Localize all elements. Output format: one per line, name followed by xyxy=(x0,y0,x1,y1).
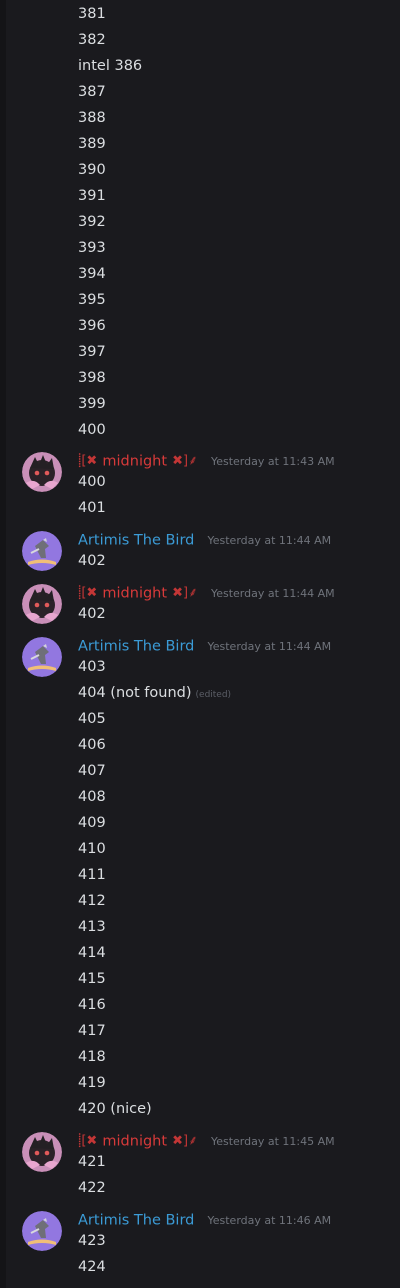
message-line: 408 xyxy=(78,789,106,805)
edited-label: (edited) xyxy=(195,690,232,700)
name-decoration-right: ✖]⸙ xyxy=(172,453,198,469)
message-line: 401 xyxy=(78,500,106,516)
message-line: 382 xyxy=(78,32,106,48)
message-timestamp[interactable]: Yesterday at 11:44 AM xyxy=(207,534,331,547)
message-timestamp[interactable]: Yesterday at 11:46 AM xyxy=(207,1214,331,1227)
message-line: 404 (not found) (edited) xyxy=(78,684,231,704)
message-line: 413 xyxy=(78,919,106,935)
message-line: 424 xyxy=(78,1259,106,1275)
message-line: 417 xyxy=(78,1023,106,1039)
name-decoration-left: ⸽[✖ xyxy=(78,1133,98,1149)
message-line: 410 xyxy=(78,841,106,857)
message-line: 402 xyxy=(78,606,106,622)
message-line: 388 xyxy=(78,110,106,126)
message-line: 422 xyxy=(78,1180,106,1196)
message-line: 423 xyxy=(78,1233,106,1249)
message-timestamp[interactable]: Yesterday at 11:44 AM xyxy=(207,640,331,653)
message-line: 415 xyxy=(78,971,106,987)
message-line: 403 xyxy=(78,659,106,675)
message-line: 390 xyxy=(78,162,106,178)
message-line: 409 xyxy=(78,815,106,831)
message-line: 405 xyxy=(78,711,106,727)
message-line: 419 xyxy=(78,1075,106,1091)
bird-avatar-icon xyxy=(22,531,62,571)
avatar-artimis[interactable] xyxy=(22,1211,62,1251)
username-artimis[interactable]: Artimis The Bird xyxy=(78,533,194,549)
message-line: 387 xyxy=(78,84,106,100)
name-decoration-left: ⸽[✖ xyxy=(78,453,98,469)
message-line: 402 xyxy=(78,553,106,569)
message-line: 396 xyxy=(78,318,106,334)
message-line: 394 xyxy=(78,266,106,282)
message-header: Artimis The Bird Yesterday at 11:46 AM xyxy=(78,1210,331,1230)
message-line: 393 xyxy=(78,240,106,256)
message-timestamp[interactable]: Yesterday at 11:45 AM xyxy=(211,1135,335,1148)
message-line: 420 (nice) xyxy=(78,1101,152,1117)
username-artimis[interactable]: Artimis The Bird xyxy=(78,639,194,655)
message-line: 400 xyxy=(78,422,106,438)
username-midnight[interactable]: midnight xyxy=(102,586,167,602)
username-midnight[interactable]: midnight xyxy=(102,454,167,470)
message-header: Artimis The Bird Yesterday at 11:44 AM xyxy=(78,530,331,550)
avatar-midnight[interactable] xyxy=(22,452,62,492)
avatar-artimis[interactable] xyxy=(22,637,62,677)
username-artimis[interactable]: Artimis The Bird xyxy=(78,1213,194,1229)
message-line: 400 xyxy=(78,474,106,490)
message-line: 421 xyxy=(78,1154,106,1170)
message-line: 397 xyxy=(78,344,106,360)
name-decoration-right: ✖]⸙ xyxy=(172,1133,198,1149)
message-line: 411 xyxy=(78,867,106,883)
message-header: ⸽[✖ midnight ✖]⸙ Yesterday at 11:44 AM xyxy=(78,583,335,603)
message-line: 414 xyxy=(78,945,106,961)
left-scroll-strip xyxy=(0,0,6,1288)
message-line: 391 xyxy=(78,188,106,204)
username-midnight[interactable]: midnight xyxy=(102,1134,167,1150)
name-decoration-left: ⸽[✖ xyxy=(78,585,98,601)
message-line: 416 xyxy=(78,997,106,1013)
message-line: 395 xyxy=(78,292,106,308)
message-line: 392 xyxy=(78,214,106,230)
message-line: 418 xyxy=(78,1049,106,1065)
message-line: 381 xyxy=(78,6,106,22)
message-text: 404 (not found) xyxy=(78,685,192,701)
avatar-artimis[interactable] xyxy=(22,531,62,571)
midnight-avatar-icon xyxy=(22,1132,62,1172)
bird-avatar-icon xyxy=(22,1211,62,1251)
avatar-midnight[interactable] xyxy=(22,1132,62,1172)
message-line: intel 386 xyxy=(78,58,143,74)
message-timestamp[interactable]: Yesterday at 11:43 AM xyxy=(211,455,335,468)
message-header: Artimis The Bird Yesterday at 11:44 AM xyxy=(78,636,331,656)
message-line: 406 xyxy=(78,737,106,753)
message-header: ⸽[✖ midnight ✖]⸙ Yesterday at 11:45 AM xyxy=(78,1131,335,1151)
message-line: 407 xyxy=(78,763,106,779)
bird-avatar-icon xyxy=(22,637,62,677)
message-line: 412 xyxy=(78,893,106,909)
midnight-avatar-icon xyxy=(22,584,62,624)
message-timestamp[interactable]: Yesterday at 11:44 AM xyxy=(211,587,335,600)
name-decoration-right: ✖]⸙ xyxy=(172,585,198,601)
message-header: ⸽[✖ midnight ✖]⸙ Yesterday at 11:43 AM xyxy=(78,451,335,471)
message-line: 399 xyxy=(78,396,106,412)
midnight-avatar-icon xyxy=(22,452,62,492)
message-line: 398 xyxy=(78,370,106,386)
avatar-midnight[interactable] xyxy=(22,584,62,624)
message-line: 389 xyxy=(78,136,106,152)
